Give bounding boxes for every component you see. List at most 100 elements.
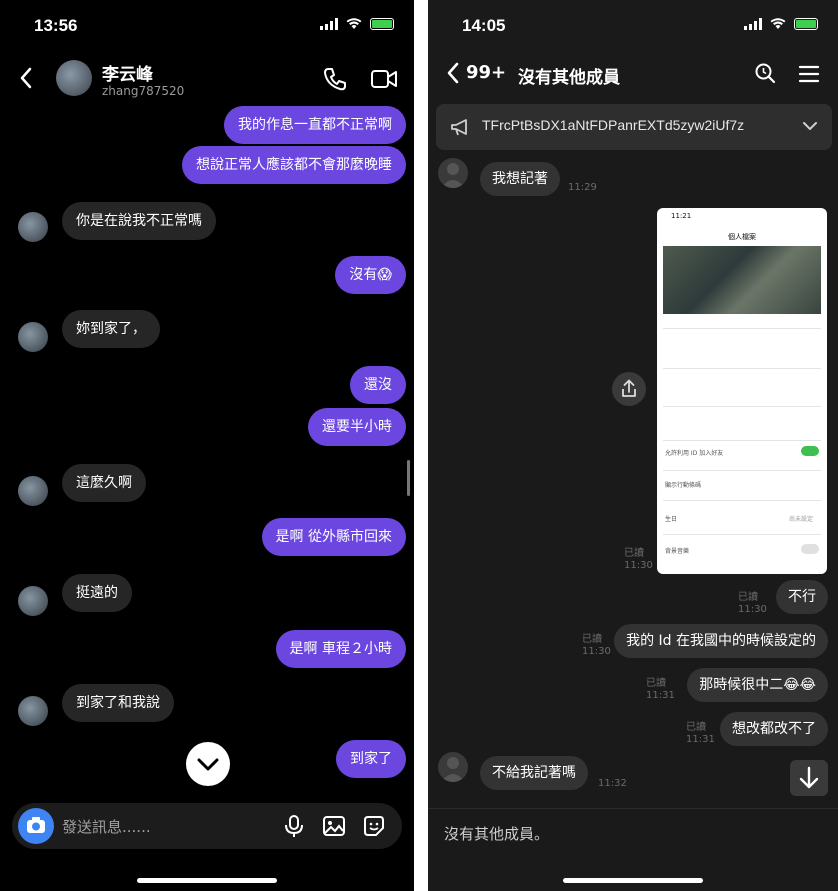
message-outgoing[interactable]: 我的 Id 在我國中的時候設定的	[614, 624, 828, 658]
chat-header: 99+ 沒有其他成員	[428, 52, 838, 96]
message-time: 11:30	[624, 560, 653, 571]
announcement-banner[interactable]: TFrcPtBsDX1aNtFDPanrEXTd5zyw2iUf7z	[436, 104, 832, 150]
status-bar: 13:56	[0, 0, 414, 50]
message-outgoing[interactable]: 是啊 從外縣市回來	[261, 518, 406, 556]
screenshot-divider	[663, 368, 821, 369]
screenshot-row-label: 生日	[665, 516, 678, 523]
signal-icon	[320, 18, 338, 30]
contact-mini-avatar	[18, 476, 48, 506]
wifi-icon	[770, 18, 786, 29]
shared-screenshot-image[interactable]: 11:21 個人檔案 允許利用 ID 加入好友 顯示行動條碼 生日 尚未設定 背…	[657, 208, 827, 574]
contact-avatar[interactable]	[56, 60, 92, 96]
share-button[interactable]	[612, 372, 646, 406]
message-outgoing[interactable]: 還要半小時	[308, 408, 406, 446]
message-incoming[interactable]: 挺遠的	[62, 574, 132, 612]
screenshot-divider	[663, 406, 821, 407]
toggle-switch	[801, 446, 819, 456]
battery-icon	[370, 18, 394, 30]
message-outgoing[interactable]: 不行	[776, 580, 828, 614]
camera-button[interactable]	[18, 808, 54, 844]
screenshot-divider	[663, 328, 821, 329]
message-outgoing[interactable]: 到家了	[336, 740, 406, 778]
read-receipt: 已讀	[624, 548, 644, 559]
home-indicator[interactable]	[563, 878, 703, 883]
screenshot-title: 個人檔案	[728, 233, 756, 241]
message-incoming[interactable]: 不給我記著嗎	[480, 756, 588, 790]
arrow-down-icon	[799, 766, 819, 789]
screenshot-divider	[663, 440, 821, 441]
message-incoming[interactable]: 到家了和我說	[62, 684, 174, 722]
user-placeholder-icon	[441, 757, 465, 782]
message-outgoing[interactable]: 我的作息一直都不正常啊	[224, 106, 406, 144]
screenshot-row-label: 顯示行動條碼	[665, 482, 702, 489]
scroll-to-bottom-button[interactable]	[790, 760, 828, 796]
battery-icon	[794, 18, 818, 30]
sticker-icon[interactable]	[362, 814, 386, 838]
megaphone-icon	[451, 119, 467, 136]
message-outgoing[interactable]: 沒有😱	[335, 256, 406, 294]
back-arrow-icon[interactable]	[446, 62, 460, 84]
message-time: 11:31	[686, 734, 715, 745]
scrollbar[interactable]	[407, 460, 410, 496]
scroll-to-bottom-button[interactable]	[186, 742, 230, 786]
chevron-down-icon[interactable]	[802, 120, 818, 132]
gallery-icon[interactable]	[322, 814, 346, 838]
home-indicator[interactable]	[137, 878, 277, 883]
message-time: 11:30	[582, 646, 611, 657]
status-time: 14:05	[462, 16, 506, 35]
menu-icon[interactable]	[798, 64, 820, 84]
chat-header: 李云峰 zhang787520	[0, 52, 414, 108]
message-outgoing[interactable]: 還沒	[350, 366, 406, 404]
back-arrow-icon[interactable]	[18, 66, 34, 90]
message-input[interactable]: 發送訊息......	[62, 816, 151, 837]
message-outgoing[interactable]: 那時候很中二😂😂	[687, 668, 828, 702]
member-avatar[interactable]	[438, 158, 468, 188]
message-composer[interactable]: 發送訊息......	[12, 803, 402, 849]
screenshot-row-label: 背景音樂	[665, 548, 690, 555]
footer-notice: 沒有其他成員。	[444, 825, 550, 843]
wifi-icon	[346, 18, 362, 29]
search-icon[interactable]	[754, 62, 776, 84]
message-incoming[interactable]: 你是在說我不正常嗎	[62, 202, 216, 240]
chat-footer: 沒有其他成員。	[428, 808, 838, 856]
message-incoming[interactable]: 妳到家了，	[62, 310, 160, 348]
unread-count[interactable]: 99+	[466, 62, 506, 83]
screenshot-birthday-value: 尚未設定	[788, 516, 813, 523]
camera-icon	[27, 817, 45, 833]
member-avatar[interactable]	[438, 752, 468, 782]
user-placeholder-icon	[441, 163, 465, 188]
chat-title: 沒有其他成員	[518, 68, 620, 88]
contact-mini-avatar	[18, 212, 48, 242]
contact-mini-avatar	[18, 696, 48, 726]
video-call-icon[interactable]	[370, 68, 398, 90]
status-time: 13:56	[34, 16, 78, 35]
screenshot-divider	[663, 470, 821, 471]
read-receipt: 已讀	[646, 678, 666, 689]
message-time: 11:29	[568, 182, 597, 193]
toggle-switch	[801, 544, 819, 554]
share-icon	[622, 379, 636, 397]
read-receipt: 已讀	[738, 592, 758, 603]
read-receipt: 已讀	[582, 634, 602, 645]
message-time: 11:31	[646, 690, 675, 701]
status-bar: 14:05	[428, 0, 838, 50]
message-outgoing[interactable]: 想改都改不了	[720, 712, 828, 746]
contact-mini-avatar	[18, 322, 48, 352]
message-outgoing[interactable]: 想說正常人應該都不會那麼晚睡	[182, 146, 406, 184]
message-outgoing[interactable]: 是啊 車程２小時	[275, 630, 406, 668]
screenshot-divider	[663, 534, 821, 535]
screenshot-time: 11:21	[671, 212, 692, 220]
left-phone-screen: 13:56 李云峰 zhang787520 我的作息一直都不正常啊 想說正常人應…	[0, 0, 414, 891]
contact-mini-avatar	[18, 586, 48, 616]
microphone-icon[interactable]	[282, 814, 306, 838]
message-incoming[interactable]: 我想記著	[480, 162, 560, 196]
signal-icon	[744, 18, 762, 30]
contact-username: zhang787520	[102, 84, 185, 98]
screenshot-divider	[663, 500, 821, 501]
phone-call-icon[interactable]	[322, 66, 348, 92]
screenshot-row-label: 允許利用 ID 加入好友	[665, 450, 724, 457]
announcement-text: TFrcPtBsDX1aNtFDPanrEXTd5zyw2iUf7z	[482, 117, 745, 133]
contact-name[interactable]: 李云峰	[102, 60, 153, 85]
message-incoming[interactable]: 這麼久啊	[62, 464, 146, 502]
right-phone-screen: 14:05 99+ 沒有其他成員 TFrcPtBsDX1aNtFDPanrEXT…	[428, 0, 838, 891]
